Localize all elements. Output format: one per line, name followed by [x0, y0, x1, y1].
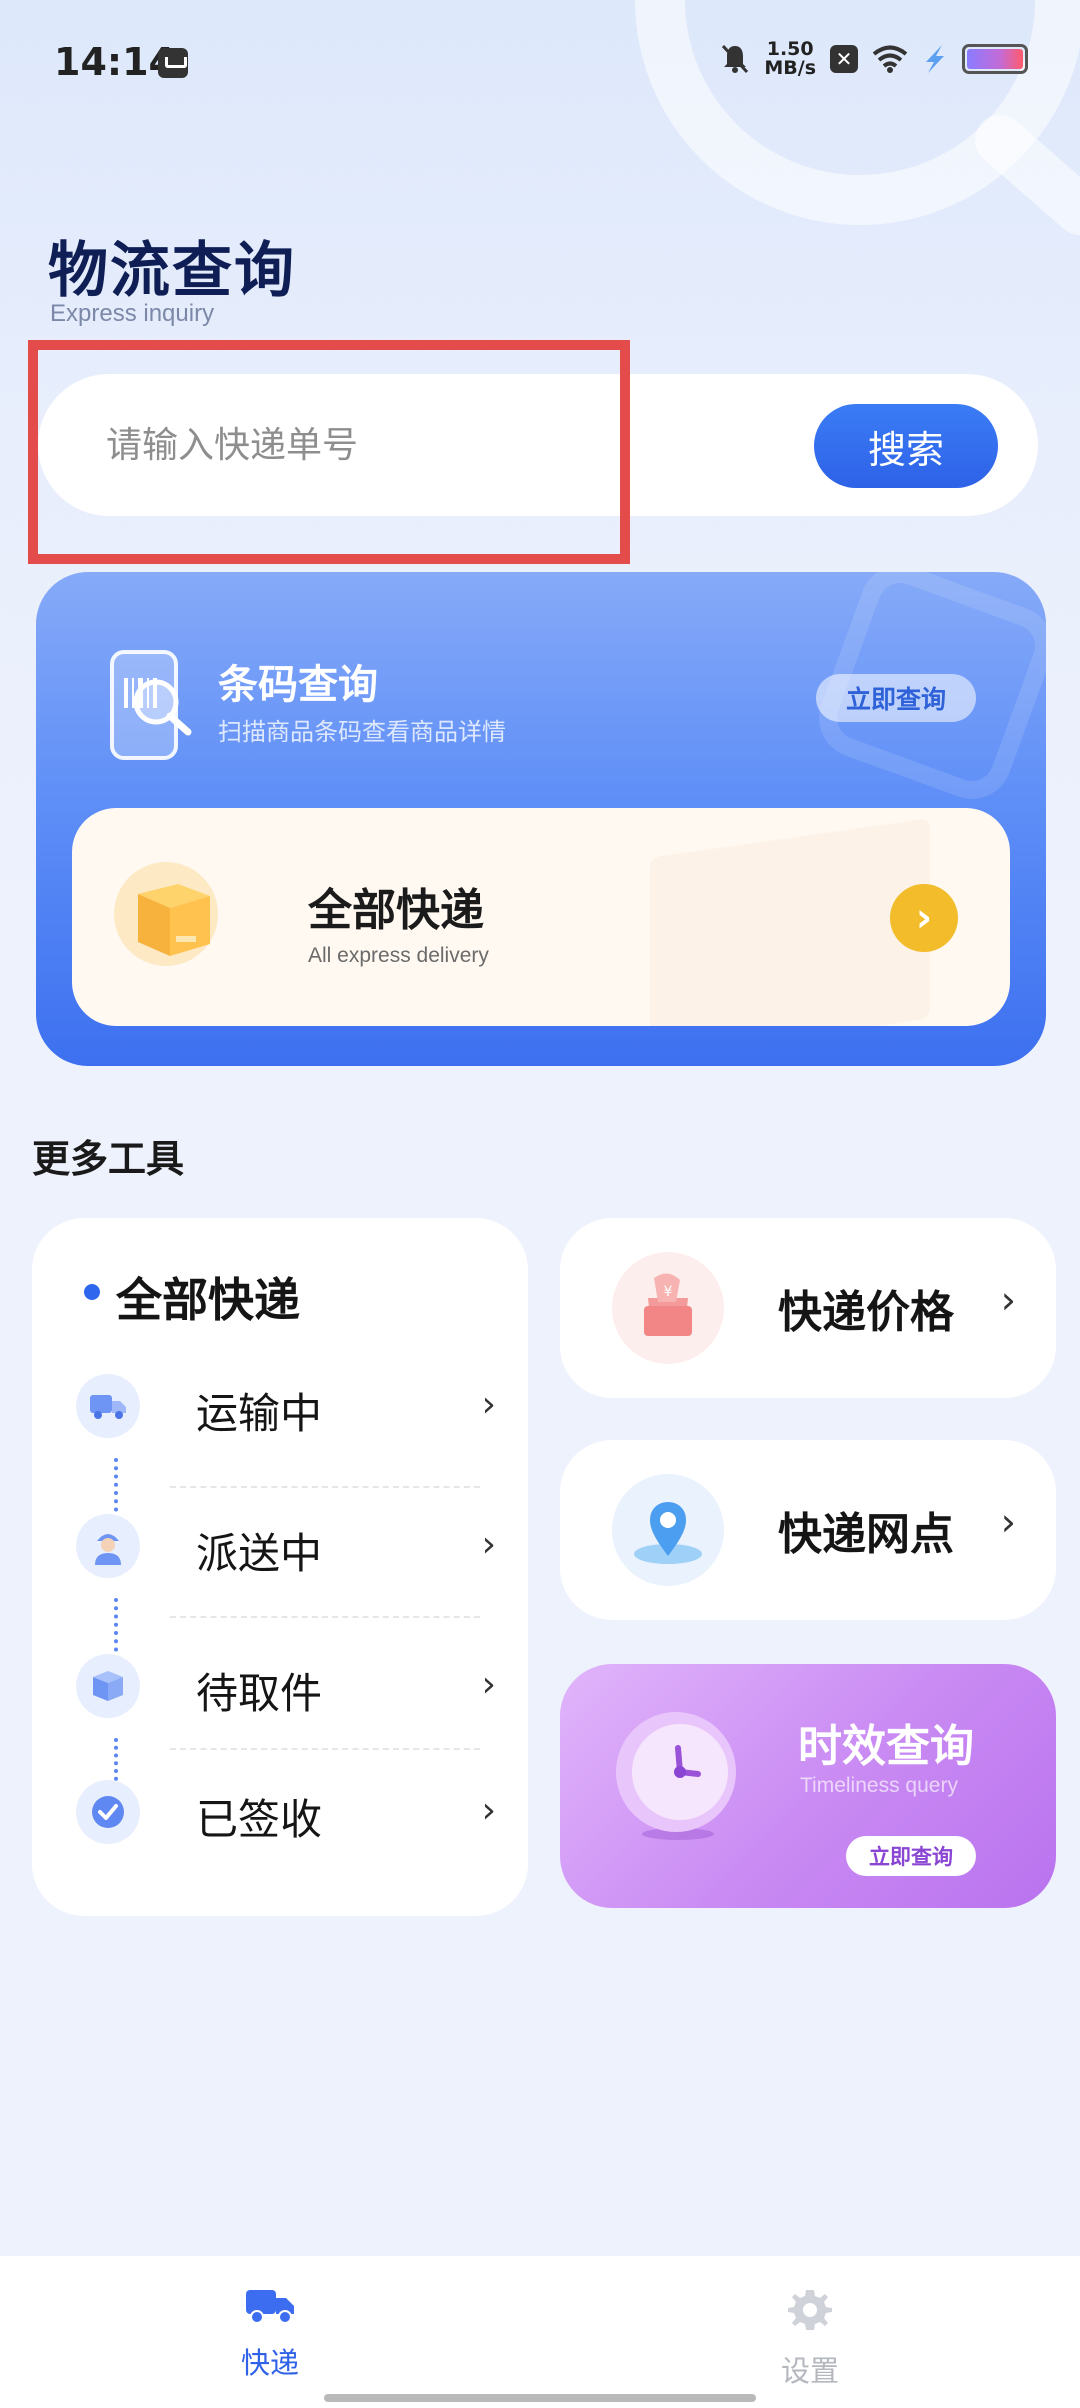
close-box-icon: ✕: [830, 45, 858, 73]
status-item-signed[interactable]: 已签收 ›: [76, 1776, 496, 1848]
gear-icon: [788, 2290, 832, 2330]
highlight-frame: [28, 340, 630, 564]
divider: [170, 1486, 480, 1488]
bullet-dot: [84, 1284, 100, 1300]
timeliness-subtitle: Timeliness query: [800, 1774, 958, 1797]
gift-box-icon: ¥: [612, 1252, 724, 1364]
more-tools-heading: 更多工具: [32, 1137, 185, 1181]
status-label: 运输中: [196, 1389, 323, 1438]
barcode-scan-icon: [110, 650, 192, 760]
package-box-icon: [114, 862, 218, 966]
bolt-icon: [926, 45, 944, 73]
express-price-card[interactable]: ¥ 快递价格 ›: [560, 1218, 1056, 1398]
timeliness-query-button[interactable]: 立即查询: [846, 1836, 976, 1876]
courier-icon: [76, 1514, 140, 1578]
status-item-delivering[interactable]: 派送中 ›: [76, 1510, 496, 1582]
mute-icon: [722, 44, 749, 74]
timeliness-title: 时效查询: [798, 1721, 974, 1772]
nav-item-express[interactable]: 快递: [190, 2286, 350, 2382]
chevron-right-icon: ›: [1000, 1500, 1016, 1544]
net-speed-unit: MB/s: [764, 57, 816, 79]
chevron-right-icon: ›: [481, 1664, 496, 1705]
bottom-navigation: 快递 设置: [0, 2256, 1080, 2408]
express-outlet-card[interactable]: 快递网点 ›: [560, 1440, 1056, 1620]
location-pin-icon: [612, 1474, 724, 1586]
chevron-right-icon: ›: [1000, 1278, 1016, 1322]
nav-label: 快递: [240, 2346, 299, 2380]
page-title: 物流查询: [48, 236, 296, 306]
nav-label: 设置: [780, 2354, 839, 2388]
wifi-icon: [872, 45, 908, 73]
status-label: 待取件: [196, 1669, 323, 1718]
chevron-right-icon: ›: [481, 1384, 496, 1425]
clock-icon: [616, 1712, 736, 1840]
express-outlet-label: 快递网点: [778, 1509, 954, 1560]
status-bar: 14:14 1.50 MB/s ✕: [0, 0, 1080, 128]
package-icon: [76, 1654, 140, 1718]
search-button[interactable]: 搜索: [814, 404, 998, 488]
page-subtitle: Express inquiry: [50, 300, 215, 327]
status-label: 派送中: [196, 1529, 323, 1578]
all-express-subtitle: All express delivery: [308, 944, 489, 967]
barcode-query-title: 条码查询: [218, 662, 378, 708]
nav-item-settings[interactable]: 设置: [730, 2286, 890, 2390]
chevron-right-icon: ›: [481, 1524, 496, 1565]
card-decoration: [650, 818, 930, 1026]
truck-icon: [246, 2290, 294, 2324]
divider: [170, 1616, 480, 1618]
home-indicator: [324, 2394, 756, 2402]
status-time: 14:14: [54, 40, 175, 84]
svg-text:¥: ¥: [664, 1284, 673, 1300]
express-status-panel: 全部快递 运输中 › 派送中 › 待取件 › 已签收 ›: [32, 1218, 528, 1916]
barcode-query-button[interactable]: 立即查询: [816, 674, 976, 722]
chevron-right-icon[interactable]: ›: [890, 884, 958, 952]
timeliness-query-card[interactable]: 时效查询 Timeliness query 立即查询: [560, 1664, 1056, 1908]
check-icon: [76, 1780, 140, 1844]
barcode-query-description: 扫描商品条码查看商品详情: [218, 718, 506, 746]
status-item-in-transit[interactable]: 运输中 ›: [76, 1370, 496, 1442]
status-panel-title: 全部快递: [116, 1273, 300, 1327]
chevron-right-icon: ›: [481, 1790, 496, 1831]
status-label: 已签收: [196, 1795, 323, 1844]
all-express-card[interactable]: 全部快递 All express delivery ›: [72, 808, 1010, 1026]
notification-app-icon: [158, 48, 188, 78]
status-icons: 1.50 MB/s ✕: [720, 40, 1028, 78]
truck-icon: [76, 1374, 140, 1438]
battery-icon: [962, 44, 1028, 74]
network-speed: 1.50 MB/s: [764, 40, 816, 78]
divider: [170, 1748, 480, 1750]
express-price-label: 快递价格: [778, 1287, 954, 1338]
query-card: 条码查询 扫描商品条码查看商品详情 立即查询 全部快递 All express …: [36, 572, 1046, 1066]
status-item-awaiting-pickup[interactable]: 待取件 ›: [76, 1650, 496, 1722]
all-express-title: 全部快递: [308, 885, 484, 936]
